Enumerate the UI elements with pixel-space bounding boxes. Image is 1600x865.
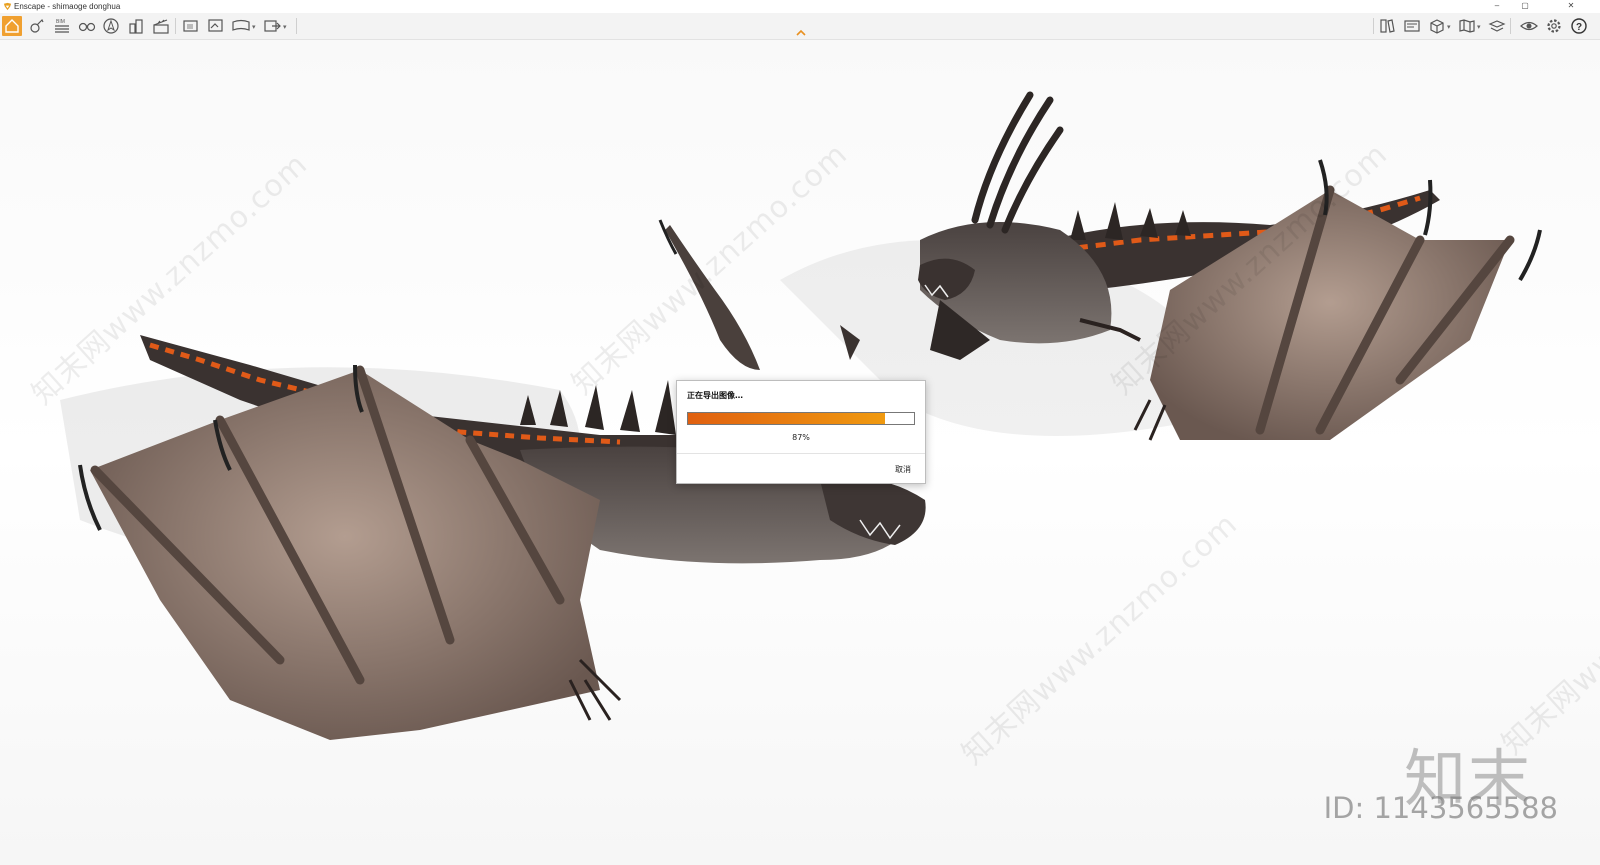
progress-bar: [687, 412, 915, 425]
chevron-down-icon[interactable]: ▾: [252, 23, 256, 31]
panorama-button[interactable]: [231, 16, 251, 36]
clapper-button[interactable]: [151, 16, 171, 36]
chevron-up-icon[interactable]: [794, 28, 808, 38]
screenshot-icon: [183, 20, 198, 32]
export-icon: [264, 20, 281, 32]
toolbar-separator: [1510, 18, 1511, 34]
dialog-divider: [677, 453, 925, 454]
dialog-title: 正在导出图像…: [687, 391, 743, 400]
progress-fill: [688, 413, 885, 424]
layers-icon: [1488, 20, 1506, 32]
home-button[interactable]: [2, 16, 22, 36]
assets-icon: [30, 18, 44, 33]
cancel-button[interactable]: 取消: [895, 464, 911, 475]
progress-percent: 87%: [792, 433, 810, 442]
library-button[interactable]: [1377, 16, 1397, 36]
title-bar: Enscape - shimaoge donghua – ▢ ✕: [0, 0, 1600, 13]
maximize-button[interactable]: ▢: [1514, 0, 1536, 13]
export-button[interactable]: [262, 16, 282, 36]
assets-button[interactable]: [27, 16, 47, 36]
bim-label: BIM: [56, 19, 65, 25]
map-button[interactable]: [1457, 16, 1477, 36]
toolbar-separator: [1373, 18, 1374, 34]
layers-button[interactable]: [1487, 16, 1507, 36]
toolbar-separator: [175, 18, 176, 34]
panorama-icon: [232, 19, 250, 31]
svg-text:?: ?: [1576, 22, 1582, 33]
help-button[interactable]: ?: [1569, 16, 1589, 36]
batch-render-icon: [208, 19, 223, 32]
chevron-down-icon[interactable]: ▾: [1477, 23, 1481, 31]
view-button[interactable]: [1402, 16, 1422, 36]
library-icon: [1380, 19, 1395, 33]
help-icon: ?: [1571, 18, 1587, 34]
box-button[interactable]: [1427, 16, 1447, 36]
toolbar-separator: [296, 18, 297, 34]
buildings-icon: [129, 19, 143, 34]
eye-button[interactable]: [1519, 16, 1539, 36]
enscape-logo-icon: [3, 2, 12, 11]
eye-icon: [1520, 21, 1538, 31]
box-icon: [1430, 19, 1444, 34]
map-icon: [1459, 19, 1475, 33]
view-icon: [1404, 20, 1420, 32]
chevron-down-icon[interactable]: ▾: [1447, 23, 1451, 31]
binoculars-button[interactable]: [77, 16, 97, 36]
buildings-button[interactable]: [126, 16, 146, 36]
batch-render-button[interactable]: [206, 16, 226, 36]
chevron-down-icon[interactable]: ▾: [283, 23, 287, 31]
bim-button[interactable]: BIM: [52, 16, 72, 36]
settings-icon: [1547, 19, 1561, 33]
clapper-icon: [153, 19, 169, 34]
id-watermark: ID: 1143565588: [1323, 791, 1558, 825]
home-icon: [5, 19, 19, 33]
close-button[interactable]: ✕: [1560, 0, 1582, 13]
navigation-button[interactable]: [101, 16, 121, 36]
navigation-icon: [103, 18, 119, 34]
settings-button[interactable]: [1544, 16, 1564, 36]
screenshot-button[interactable]: [181, 16, 201, 36]
binoculars-icon: [78, 22, 96, 32]
bim-icon: BIM: [55, 19, 69, 33]
window-title: Enscape - shimaoge donghua: [14, 2, 121, 11]
export-progress-dialog: 正在导出图像… 87% 取消: [676, 380, 926, 484]
minimize-button[interactable]: –: [1486, 0, 1508, 13]
